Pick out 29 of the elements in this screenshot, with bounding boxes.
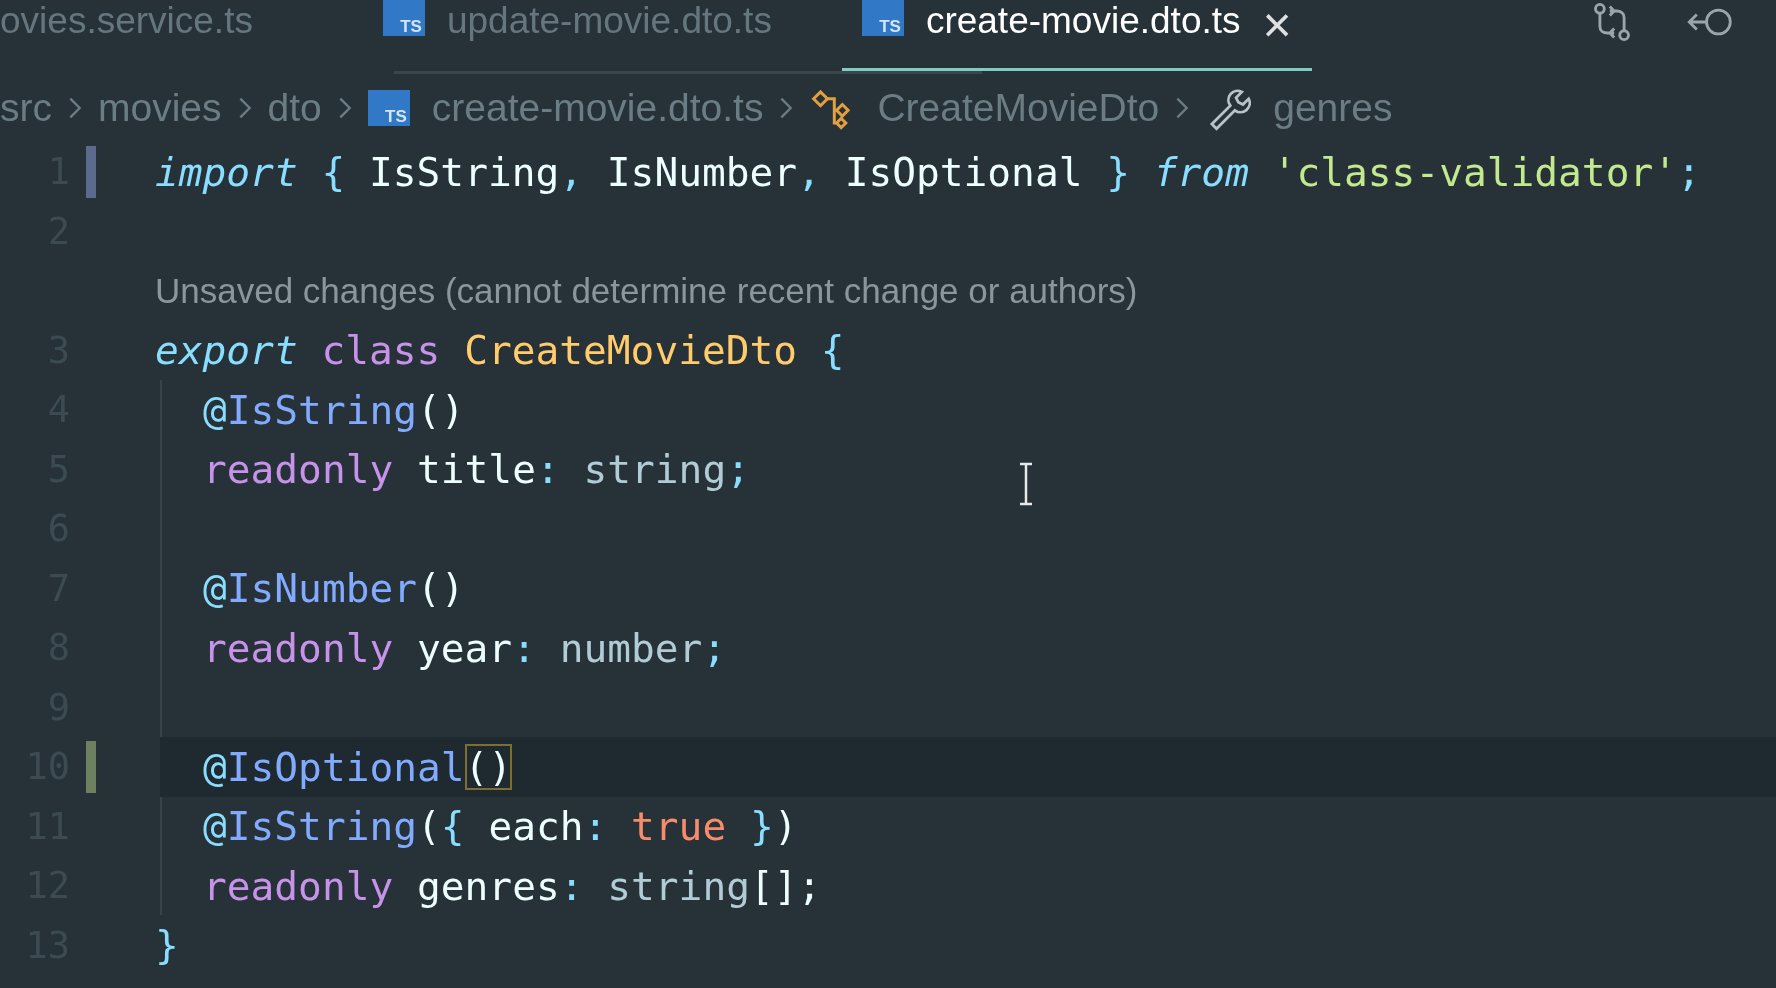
code-line: import { IsString, IsNumber, IsOptional } from 'class-validator'; <box>155 148 1701 195</box>
breadcrumb-item[interactable]: TS create-movie.dto.ts <box>367 86 764 130</box>
chevron-right-icon <box>779 95 794 121</box>
code-line: @IsString({ each: true }) <box>203 803 798 850</box>
chevron-right-icon <box>1175 95 1190 121</box>
code-line: readonly genres: string[]; <box>203 862 822 909</box>
code-line: readonly year: number; <box>203 624 727 671</box>
breadcrumb-item[interactable]: movies <box>98 86 222 130</box>
codelens-hint[interactable]: Unsaved changes (cannot determine recent change or authors) <box>155 270 1138 311</box>
breadcrumb-item[interactable]: dto <box>267 86 322 130</box>
typescript-file-icon: TS <box>861 0 904 36</box>
chevron-right-icon <box>337 95 352 121</box>
editor-tab[interactable]: ovies.service.ts <box>0 0 273 71</box>
code-line: readonly title: string; <box>203 446 750 493</box>
breadcrumb-item[interactable]: CreateMovieDto <box>809 85 1160 131</box>
breadcrumb-item[interactable]: src <box>0 86 52 130</box>
typescript-file-icon: TS <box>382 0 425 36</box>
chevron-right-icon <box>237 95 252 121</box>
code-line: @IsString() <box>203 386 465 433</box>
breadcrumb-item[interactable]: genres <box>1205 85 1393 131</box>
typescript-file-icon: TS <box>367 90 410 126</box>
editor-tab[interactable]: TS update-movie.dto.ts <box>362 0 792 71</box>
code-line: export class CreateMovieDto { <box>155 327 845 374</box>
close-button[interactable]: × <box>1262 0 1292 50</box>
code-line: @IsNumber() <box>203 565 465 612</box>
code-line: @IsOptional() <box>203 743 513 790</box>
text-cursor-icon <box>1018 462 1034 506</box>
chevron-right-icon <box>68 95 82 121</box>
code-line: } <box>155 922 179 969</box>
